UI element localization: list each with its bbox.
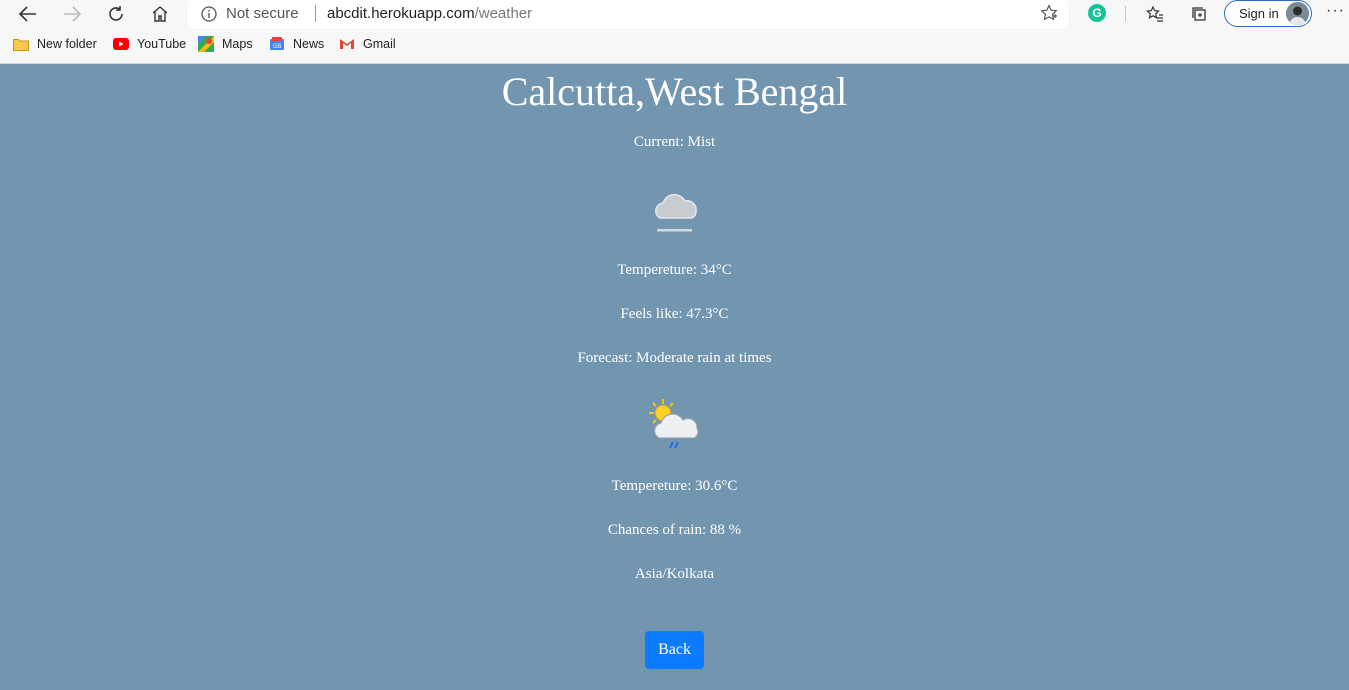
bookmark-label: Maps: [222, 37, 253, 51]
sun-cloud-rain-icon: [646, 398, 702, 457]
forward-arrow-icon[interactable]: [59, 2, 85, 26]
mist-icon: [650, 187, 700, 240]
youtube-icon: [113, 37, 129, 51]
svg-text:GB: GB: [273, 43, 282, 50]
url-text[interactable]: abcdit.herokuapp.com/weather: [327, 5, 532, 22]
sign-in-button[interactable]: Sign in: [1224, 0, 1312, 27]
bookmark-new-folder[interactable]: New folder: [13, 37, 97, 51]
info-icon[interactable]: [200, 5, 218, 23]
timezone: Asia/Kolkata: [634, 566, 715, 582]
forecast-temperature: Tempereture: 30.6°C: [611, 478, 738, 494]
collections-icon[interactable]: [1186, 2, 1212, 26]
bookmark-maps[interactable]: Maps: [198, 36, 253, 52]
bookmark-news[interactable]: GB News: [269, 37, 324, 51]
bookmark-label: News: [293, 37, 325, 51]
url-path: /weather: [474, 5, 533, 22]
location-title: Calcutta,West Bengal: [501, 69, 848, 114]
news-icon: GB: [269, 37, 285, 51]
toolbar-divider: [1125, 6, 1126, 22]
bookmark-label: YouTube: [137, 37, 187, 51]
url-host: abcdit.herokuapp.com: [327, 5, 475, 22]
bookmark-label: New folder: [37, 37, 97, 51]
bookmark-youtube[interactable]: YouTube: [113, 37, 186, 51]
favorite-star-icon[interactable]: [1040, 4, 1058, 27]
folder-icon: [13, 37, 29, 51]
back-button[interactable]: Back: [645, 631, 704, 669]
weather-page: Calcutta,West Bengal Current: Mist Tempe…: [0, 65, 1349, 690]
address-divider: [315, 5, 316, 22]
maps-icon: [198, 36, 214, 52]
current-condition: Current: Mist: [633, 134, 716, 150]
favorites-icon[interactable]: [1142, 2, 1168, 26]
bookmark-label: Gmail: [363, 37, 396, 51]
feels-like: Feels like: 47.3°C: [620, 306, 729, 322]
browser-toolbar: Not secure abcdit.herokuapp.com/weather …: [0, 0, 1349, 28]
back-arrow-icon[interactable]: [15, 2, 41, 26]
gmail-icon: [339, 37, 355, 51]
bookmarks-bar: New folder YouTube Maps GB News Gmail: [0, 28, 1349, 64]
more-menu-icon[interactable]: ···: [1326, 2, 1345, 20]
home-icon[interactable]: [147, 2, 173, 26]
forecast-condition: Forecast: Moderate rain at times: [577, 350, 772, 366]
chance-of-rain: Chances of rain: 88 %: [607, 522, 742, 538]
address-bar[interactable]: Not secure abcdit.herokuapp.com/weather: [188, 0, 1068, 28]
refresh-icon[interactable]: [103, 2, 129, 26]
security-status: Not secure: [226, 5, 299, 22]
bookmark-gmail[interactable]: Gmail: [339, 37, 396, 51]
avatar: [1286, 2, 1309, 25]
grammarly-icon[interactable]: G: [1088, 4, 1106, 22]
sign-in-label: Sign in: [1239, 6, 1279, 21]
current-temperature: Tempereture: 34°C: [617, 262, 732, 278]
